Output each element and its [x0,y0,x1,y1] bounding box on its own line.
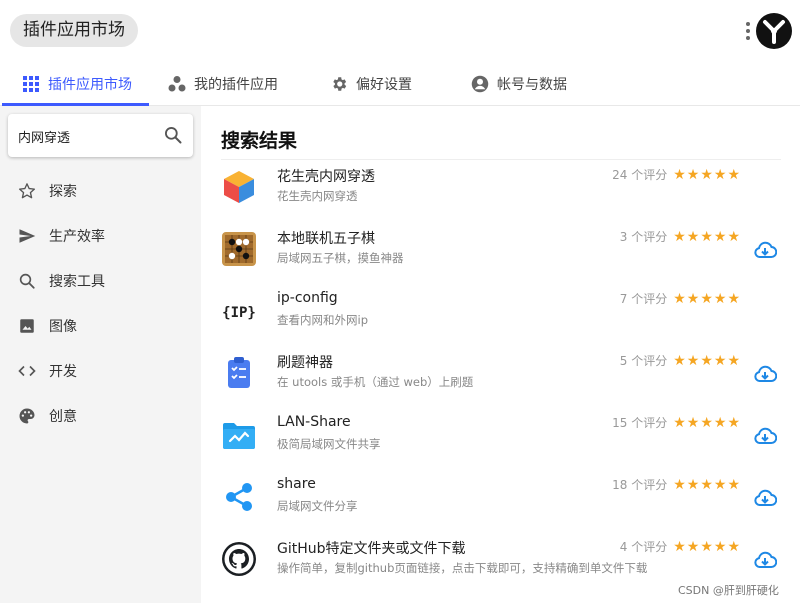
search-icon[interactable] [163,125,183,145]
tab-label: 帐号与数据 [497,77,567,93]
rating-stars: ★★★★★ [673,229,741,245]
image-icon [18,317,36,335]
rating-stars: ★★★★★ [673,477,741,493]
account-icon [471,75,489,93]
tab-preferences[interactable]: 偏好设置 [330,62,412,106]
plugin-rating: 3 个评分 ★★★★★ [591,228,741,245]
plugin-item[interactable]: LAN-Share 极简局域网文件共享 15 个评分 ★★★★★ [201,406,800,468]
sidebar-item-develop[interactable]: 开发 [0,348,201,393]
ip-icon-text: {IP} [222,305,256,321]
rating-stars: ★★★★★ [673,353,741,369]
cloud-download-icon[interactable] [753,238,777,262]
ip-text-icon: {IP} [222,305,256,321]
folder-share-icon [223,423,255,449]
plugin-item[interactable]: 刷题神器 在 utools 或手机（通过 web）上刷题 5 个评分 ★★★★★ [201,344,800,406]
plugin-item[interactable]: 花生壳内网穿透 花生壳内网穿透 24 个评分 ★★★★★ [201,158,800,220]
cloud-download-icon[interactable] [753,424,777,448]
plugin-rating: 15 个评分 ★★★★★ [591,414,741,431]
tab-label: 插件应用市场 [48,77,132,93]
sidebar-item-label: 图像 [49,318,77,335]
plugin-description: 操作简单，复制github页面链接，点击下载即可，支持精确到单文件下载 [277,561,648,575]
plugin-name: GitHub特定文件夹或文件下载 [277,541,466,557]
cloud-download-icon[interactable] [753,362,777,386]
clipboard-check-icon [228,357,250,388]
plugin-rating: 5 个评分 ★★★★★ [591,352,741,369]
dots-cluster-icon [168,75,186,93]
gear-icon [330,75,348,93]
tab-my-plugins[interactable]: 我的插件应用 [168,62,278,106]
rating-stars: ★★★★★ [673,415,741,431]
plugin-description: 局域网文件分享 [277,499,358,513]
more-menu-icon[interactable] [744,20,752,42]
results-panel: 搜索结果 花生壳内网穿透 花生壳内网穿透 24 个评分 ★★★★★ 本地联机五子棋… [201,106,800,603]
rating-stars: ★★★★★ [673,291,741,307]
plugin-description: 极简局域网文件共享 [277,437,381,451]
sidebar-item-explore[interactable]: 探索 [0,168,201,213]
search-icon [18,272,36,290]
plugin-description: 局域网五子棋，摸鱼神器 [277,251,404,265]
plugin-rating: 18 个评分 ★★★★★ [591,476,741,493]
github-icon [222,542,256,576]
tab-account-data[interactable]: 帐号与数据 [471,62,567,106]
rating-count: 15 个评分 [612,416,668,430]
star-outline-icon [18,182,36,200]
gomoku-board-icon [222,232,256,266]
cloud-download-icon[interactable] [753,548,777,572]
sidebar-item-search-tools[interactable]: 搜索工具 [0,258,201,303]
plugin-rating: 4 个评分 ★★★★★ [591,538,741,555]
code-icon [18,362,36,380]
sidebar-item-image[interactable]: 图像 [0,303,201,348]
share-icon [226,483,252,511]
sidebar: 探索 生产效率 搜索工具 图像 开发 [0,106,201,603]
watermark: CSDN @肝到肝硬化 [676,582,781,598]
search-box [8,114,193,157]
tab-label: 偏好设置 [356,77,412,93]
tab-label: 我的插件应用 [194,77,278,93]
sidebar-item-productivity[interactable]: 生产效率 [0,213,201,258]
sidebar-item-label: 探索 [49,183,77,200]
plugin-item[interactable]: {IP} ip-config 查看内网和外网ip 7 个评分 ★★★★★ [201,282,800,344]
plugin-rating: 7 个评分 ★★★★★ [591,290,741,307]
plugin-item[interactable]: 本地联机五子棋 局域网五子棋，摸鱼神器 3 个评分 ★★★★★ [201,220,800,282]
sidebar-item-creative[interactable]: 创意 [0,393,201,438]
tab-plugin-market[interactable]: 插件应用市场 [22,62,132,106]
plugin-name: share [277,476,316,492]
plugin-description: 花生壳内网穿透 [277,189,358,203]
results-title: 搜索结果 [221,130,298,152]
plugin-name: 花生壳内网穿透 [277,169,375,185]
plugin-name: LAN-Share [277,414,351,430]
grid-icon [22,75,40,93]
main-tabs: 插件应用市场 我的插件应用 偏好设置 帐号与数据 [0,62,800,106]
rating-count: 7 个评分 [619,292,668,306]
app-title[interactable]: 插件应用市场 [10,14,138,47]
cloud-download-icon[interactable] [753,486,777,510]
plugin-description: 在 utools 或手机（通过 web）上刷题 [277,375,474,389]
rating-stars: ★★★★★ [673,539,741,555]
search-input[interactable] [18,124,158,148]
rating-count: 3 个评分 [619,230,668,244]
sidebar-item-label: 开发 [49,363,77,380]
app-logo-icon[interactable] [756,13,792,49]
palette-icon [18,407,36,425]
plugin-name: 本地联机五子棋 [277,231,375,247]
send-icon [18,227,36,245]
category-nav: 探索 生产效率 搜索工具 图像 开发 创意 [0,168,201,438]
rating-count: 18 个评分 [612,478,668,492]
sidebar-item-label: 搜索工具 [49,273,105,290]
top-bar: 插件应用市场 [0,0,800,60]
rating-stars: ★★★★★ [673,167,741,183]
plugin-name: 刷题神器 [277,355,333,371]
rating-count: 24 个评分 [612,168,668,182]
plugin-rating: 24 个评分 ★★★★★ [591,166,741,183]
sidebar-item-label: 创意 [49,408,77,425]
plugin-name: ip-config [277,290,338,306]
rating-count: 5 个评分 [619,354,668,368]
plugin-description: 查看内网和外网ip [277,313,368,327]
cube-icon [224,171,254,203]
sidebar-item-label: 生产效率 [49,228,105,245]
plugin-item[interactable]: share 局域网文件分享 18 个评分 ★★★★★ [201,468,800,530]
rating-count: 4 个评分 [619,540,668,554]
